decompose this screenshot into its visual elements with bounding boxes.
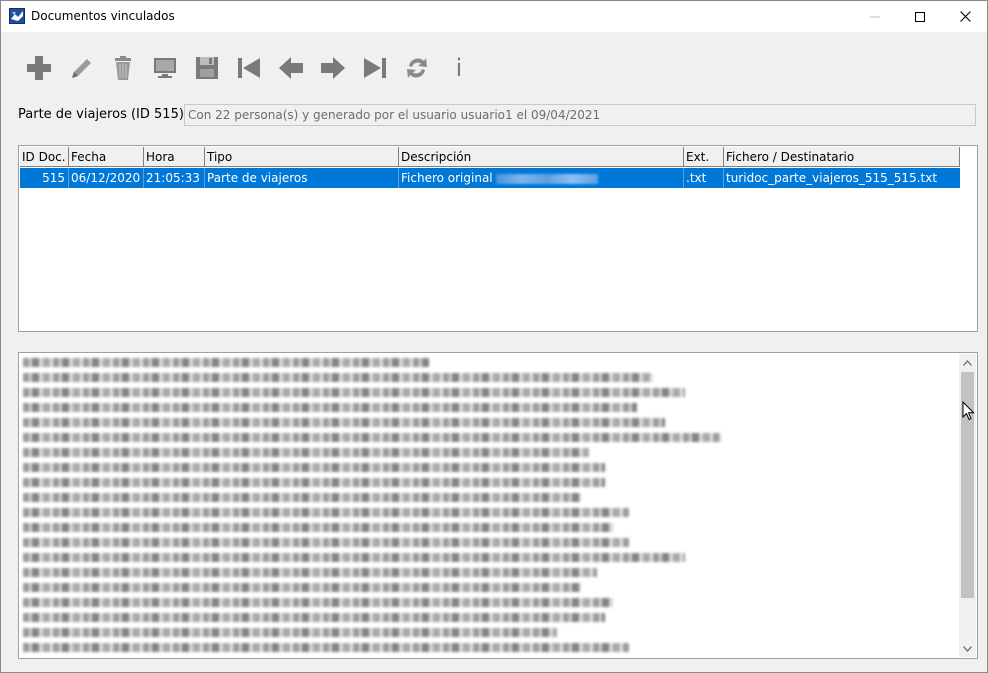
scroll-down-button[interactable] (959, 640, 976, 657)
mouse-cursor-icon (962, 401, 975, 421)
documentos-vinculados-window: Documentos vinculados i Parte de viajero… (0, 0, 988, 673)
column-header-id[interactable]: ID Doc. (20, 147, 69, 167)
info-button[interactable]: i (439, 49, 479, 87)
delete-button[interactable] (103, 49, 143, 87)
cell-hora: 21:05:33 (144, 168, 205, 188)
record-label: Parte de viajeros (ID 515) (18, 107, 184, 122)
minimize-button[interactable] (852, 1, 898, 32)
close-button[interactable] (942, 1, 988, 32)
scroll-up-button[interactable] (959, 354, 976, 371)
previous-record-icon (279, 57, 303, 79)
preview-button[interactable] (145, 49, 185, 87)
column-header-ext[interactable]: Ext. (684, 147, 724, 167)
document-content-area[interactable] (18, 352, 978, 659)
cell-descripcion-text: Fichero original (401, 171, 493, 185)
previous-record-button[interactable] (271, 49, 311, 87)
refresh-icon (407, 58, 427, 78)
next-record-button[interactable] (313, 49, 353, 87)
save-button[interactable] (187, 49, 227, 87)
last-record-icon (364, 58, 386, 78)
cell-fichero: turidoc_parte_viajeros_515_515.txt (726, 171, 938, 185)
documents-table[interactable]: ID Doc. Fecha Hora Tipo Descripción Ext.… (18, 145, 978, 332)
info-icon: i (455, 54, 463, 82)
add-button[interactable] (19, 49, 59, 87)
monitor-icon (154, 58, 176, 78)
chevron-up-icon (963, 359, 972, 366)
edit-icon (72, 59, 91, 78)
column-header-descripcion[interactable]: Descripción (399, 147, 684, 167)
next-record-icon (321, 57, 345, 79)
close-icon (959, 11, 971, 22)
cell-fecha: 06/12/2020 (69, 168, 144, 188)
first-record-button[interactable] (229, 49, 269, 87)
add-icon (27, 56, 51, 80)
maximize-button[interactable] (897, 1, 943, 32)
cell-tipo: Parte de viajeros (205, 168, 399, 188)
maximize-icon (915, 11, 925, 22)
chevron-down-icon (963, 645, 972, 652)
app-icon (9, 8, 25, 24)
refresh-button[interactable] (397, 49, 437, 87)
column-header-tipo[interactable]: Tipo (205, 147, 399, 167)
edit-button[interactable] (61, 49, 101, 87)
redacted-text (495, 173, 598, 184)
table-header: ID Doc. Fecha Hora Tipo Descripción Ext.… (20, 147, 960, 167)
title-bar[interactable]: Documentos vinculados (1, 1, 987, 32)
record-info-field[interactable]: Con 22 persona(s) y generado por el usua… (184, 104, 976, 126)
window-title: Documentos vinculados (31, 9, 175, 23)
delete-icon (115, 56, 131, 80)
column-header-fichero[interactable]: Fichero / Destinatario (724, 147, 960, 167)
cell-ext: .txt (684, 168, 724, 188)
minimize-icon (870, 16, 880, 17)
save-icon (196, 57, 218, 79)
last-record-button[interactable] (355, 49, 395, 87)
first-record-icon (238, 58, 260, 78)
cell-descripcion: Fichero original (399, 168, 684, 188)
cell-id: 515 (20, 168, 69, 188)
table-row[interactable]: 515 06/12/2020 21:05:33 Parte de viajero… (20, 168, 960, 188)
vertical-scrollbar[interactable] (959, 354, 976, 657)
column-header-fecha[interactable]: Fecha (69, 147, 144, 167)
column-header-hora[interactable]: Hora (144, 147, 205, 167)
